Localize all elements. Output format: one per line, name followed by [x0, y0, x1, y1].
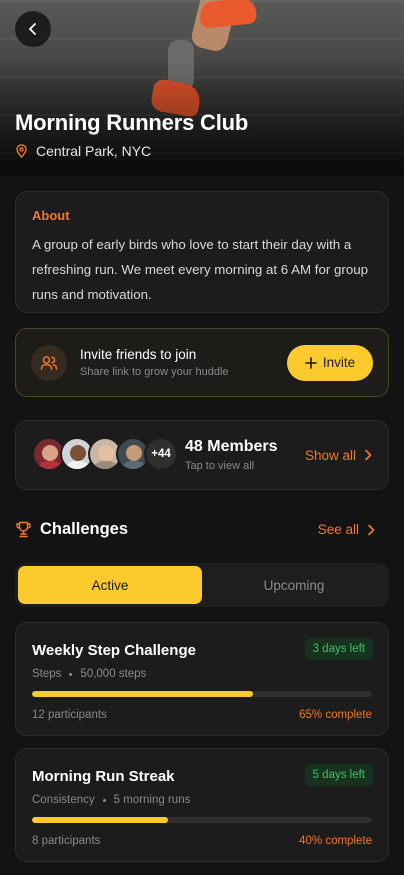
challenge-card[interactable]: Weekly Step Challenge 3 days left Steps … — [15, 622, 389, 736]
location-label: Central Park, NYC — [36, 143, 152, 159]
challenge-category: Steps — [32, 668, 62, 680]
invite-button[interactable]: Invite — [287, 344, 373, 381]
participants-count: 8 participants — [32, 835, 101, 847]
challenges-heading: Challenges — [40, 520, 129, 538]
status-badge: 5 days left — [304, 764, 373, 786]
about-card: About A group of early birds who love to… — [15, 191, 389, 313]
challenge-name: Morning Run Streak — [32, 768, 175, 785]
challenge-name: Weekly Step Challenge — [32, 642, 196, 659]
back-button[interactable] — [15, 11, 51, 47]
more-members-badge: +44 — [144, 437, 178, 471]
members-count: 48 Members — [185, 438, 278, 455]
invite-button-label: Invite — [322, 355, 356, 370]
challenge-goal: 5 morning runs — [113, 794, 191, 806]
members-card[interactable]: +44 48 Members Tap to view all Show all — [15, 420, 389, 490]
members-subtitle: Tap to view all — [185, 460, 255, 472]
location-pin-icon — [16, 144, 27, 158]
show-all-label: Show all — [304, 447, 356, 463]
participants-count: 12 participants — [32, 709, 107, 721]
challenge-goal: 50,000 steps — [80, 668, 147, 680]
progress-bar — [32, 691, 372, 697]
progress-bar — [32, 817, 372, 823]
chevron-right-icon — [368, 524, 375, 535]
challenge-card[interactable]: Morning Run Streak 5 days left Consisten… — [15, 748, 389, 862]
chevron-right-icon — [365, 449, 372, 461]
progress-fill — [32, 817, 168, 823]
see-all-label: See all — [317, 522, 359, 537]
plus-icon — [305, 356, 317, 369]
member-avatars: +44 — [32, 437, 178, 473]
tab-active[interactable]: Active — [18, 566, 202, 604]
completion-label: 65% complete — [299, 709, 372, 721]
challenges-header: Challenges See all — [15, 520, 375, 539]
invite-subtitle: Share link to grow your huddle — [80, 366, 229, 378]
about-heading: About — [32, 208, 70, 223]
tab-upcoming[interactable]: Upcoming — [202, 566, 386, 604]
invite-card: Invite friends to join Share link to gro… — [15, 328, 389, 397]
show-all-members-link[interactable]: Show all — [305, 448, 372, 463]
trophy-icon — [16, 521, 31, 538]
invite-title: Invite friends to join — [80, 347, 197, 362]
users-icon — [31, 344, 67, 381]
challenge-category: Consistency — [32, 794, 95, 806]
see-all-challenges-link[interactable]: See all — [318, 522, 375, 537]
about-text: A group of early birds who love to start… — [32, 237, 369, 302]
challenge-meta: Consistency 5 morning runs — [32, 794, 190, 806]
club-name: Morning Runners Club — [15, 110, 249, 135]
completion-label: 40% complete — [299, 835, 372, 847]
challenge-meta: Steps 50,000 steps — [32, 668, 146, 680]
club-location: Central Park, NYC — [15, 143, 151, 159]
progress-fill — [32, 691, 253, 697]
status-badge: 3 days left — [304, 638, 373, 660]
challenge-tabs: Active Upcoming — [15, 563, 389, 607]
chevron-left-icon — [29, 23, 36, 35]
